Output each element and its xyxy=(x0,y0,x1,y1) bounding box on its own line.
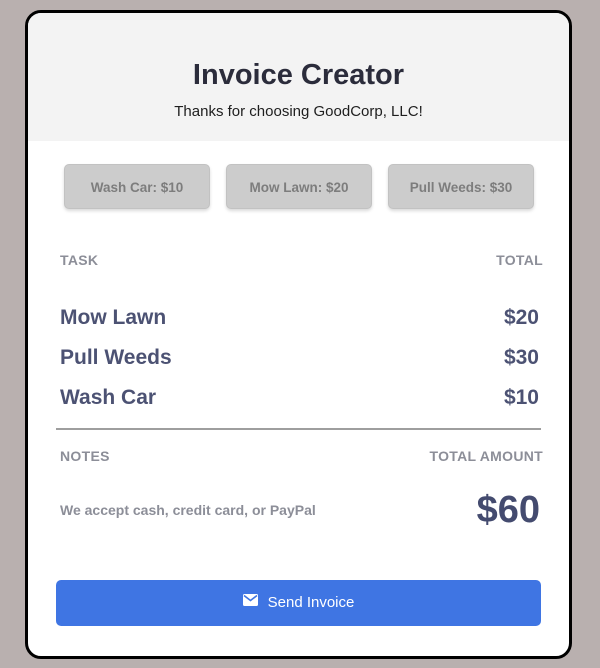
task-row-price: $30 xyxy=(503,346,539,369)
task-row-name: Wash Car xyxy=(60,386,157,409)
invoice-card: Invoice Creator Thanks for choosing Good… xyxy=(25,10,572,659)
task-row-name: Pull Weeds xyxy=(60,346,172,369)
page-subtitle: Thanks for choosing GoodCorp, LLC! xyxy=(174,103,423,120)
task-column-header: TASK xyxy=(60,252,99,268)
total-amount: $60 xyxy=(476,489,540,531)
notes-header: NOTES xyxy=(60,448,110,464)
task-row-price: $10 xyxy=(503,386,539,409)
pull-weeds-button[interactable]: Pull Weeds: $30 xyxy=(388,164,534,209)
send-invoice-label: Send Invoice xyxy=(267,594,355,611)
notes-text: We accept cash, credit card, or PayPal xyxy=(60,502,316,518)
task-row-name: Mow Lawn xyxy=(60,306,167,329)
task-row-price: $20 xyxy=(503,306,539,329)
total-amount-header: TOTAL AMOUNT xyxy=(429,448,543,464)
wash-car-button[interactable]: Wash Car: $10 xyxy=(64,164,210,209)
page-title: Invoice Creator xyxy=(192,59,405,91)
envelope-icon xyxy=(242,579,258,625)
invoice-header: Invoice Creator Thanks for choosing Good… xyxy=(28,13,569,141)
send-invoice-button[interactable]: Send Invoice xyxy=(56,580,541,626)
total-column-header: TOTAL xyxy=(496,252,543,268)
mow-lawn-button[interactable]: Mow Lawn: $20 xyxy=(226,164,372,209)
table-divider xyxy=(56,428,541,430)
